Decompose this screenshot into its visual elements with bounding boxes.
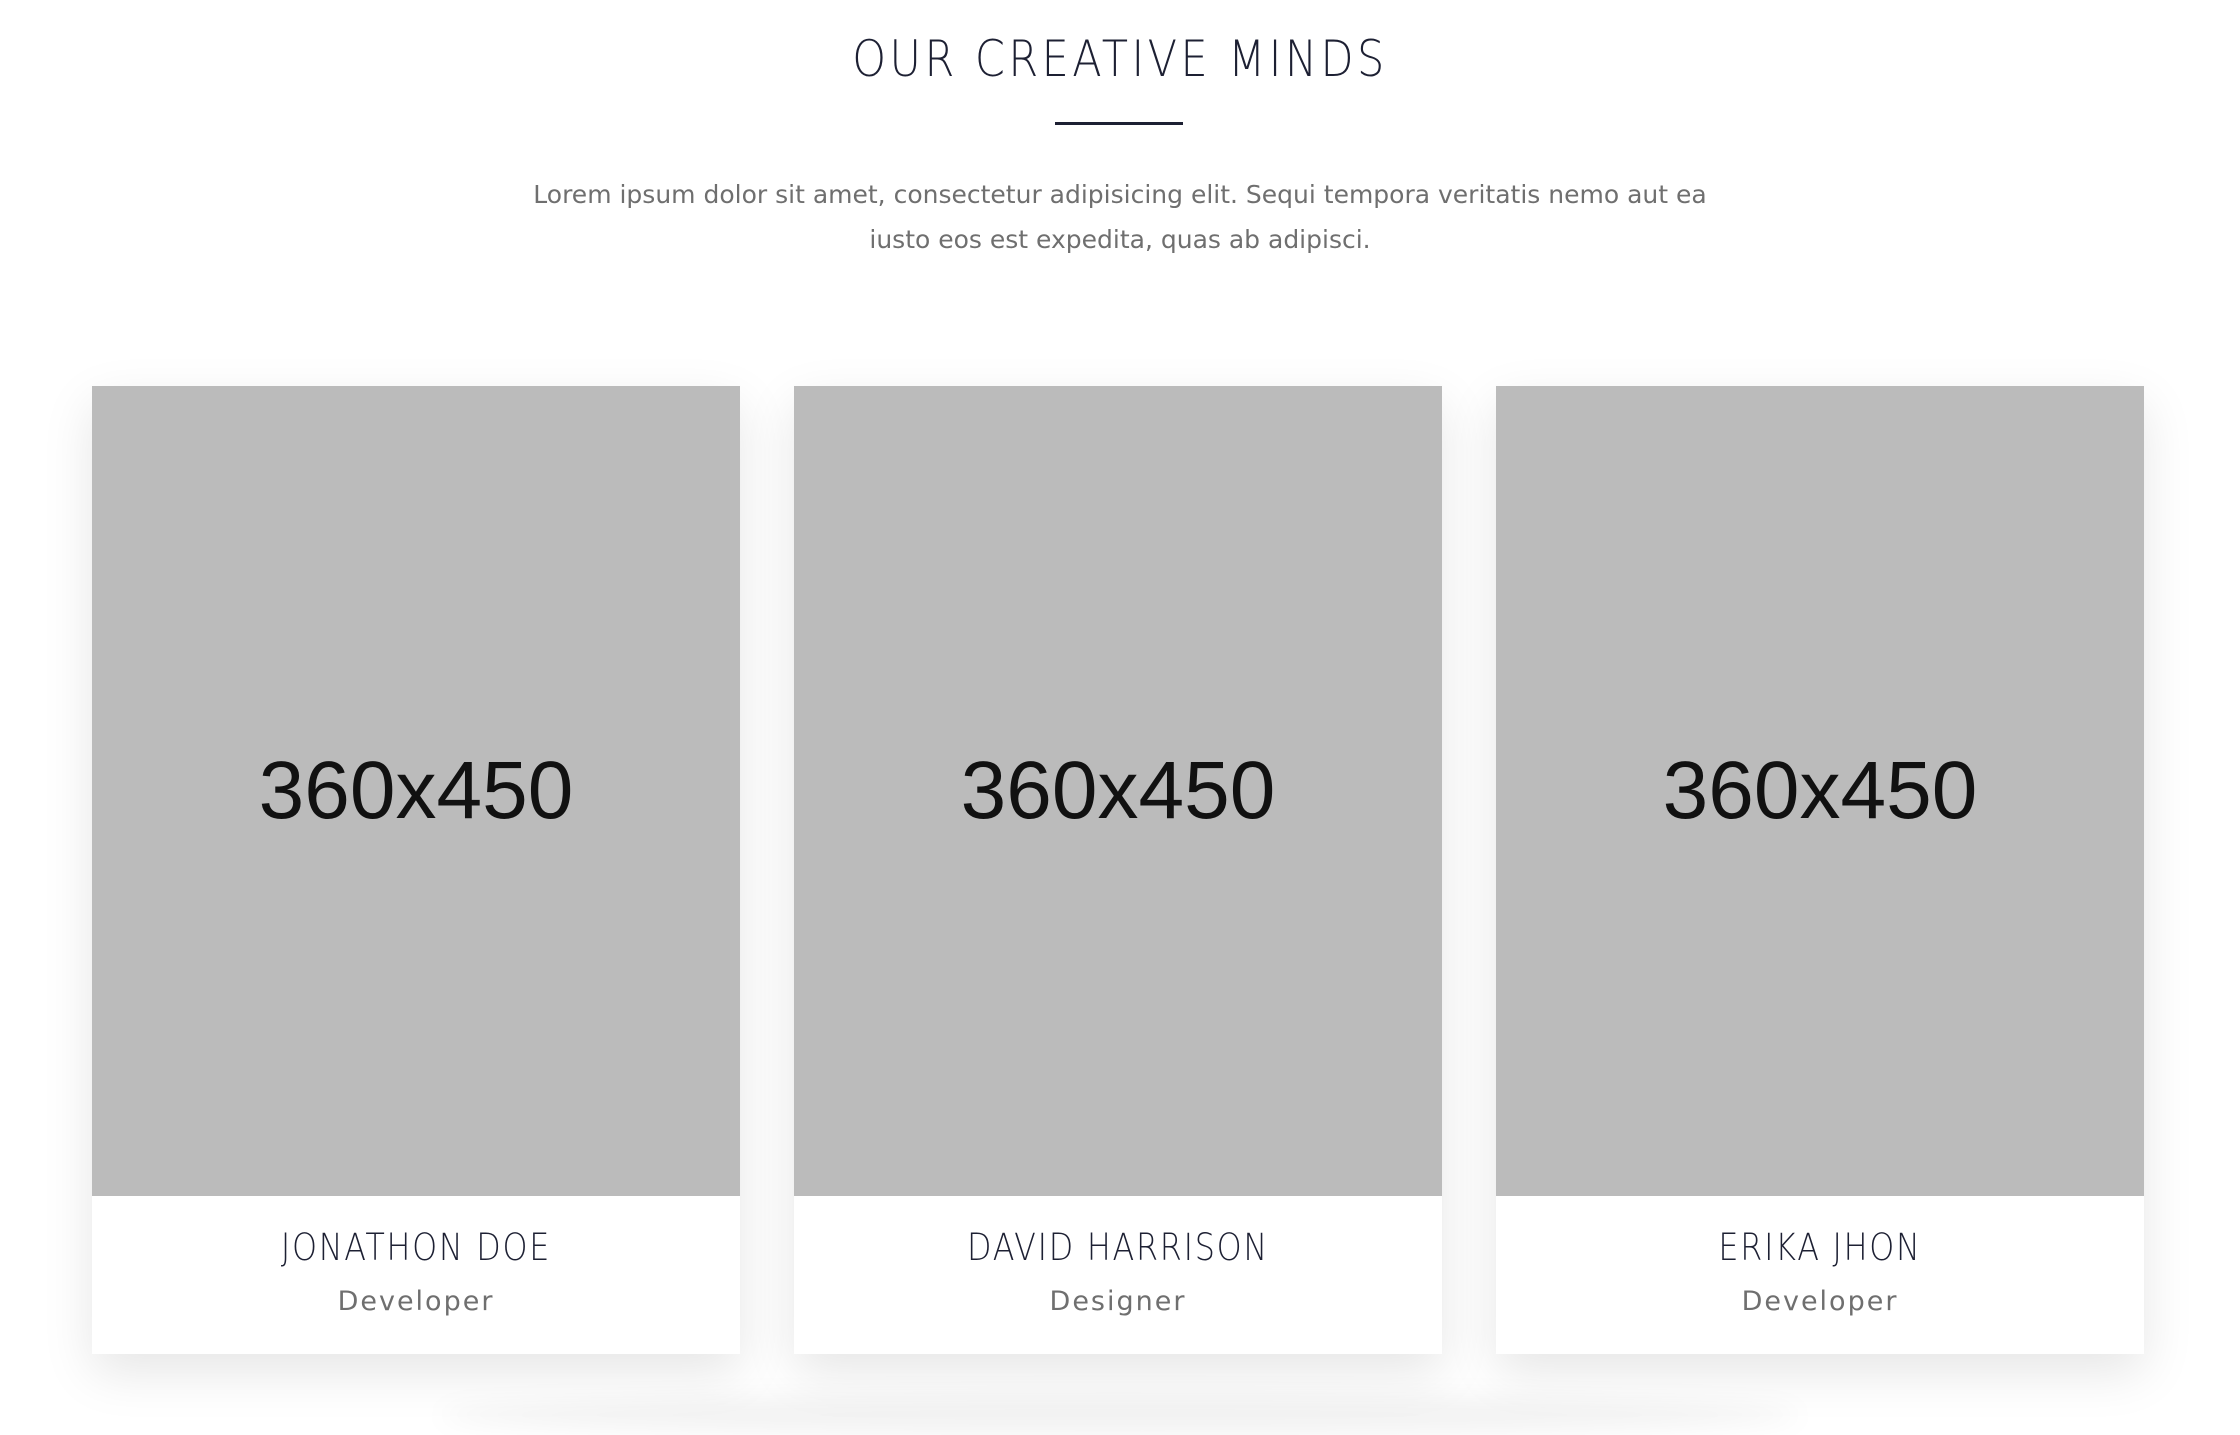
team-member-card[interactable]: 360x450 DAVID HARRISON Designer bbox=[794, 386, 1442, 1354]
member-name: ERIKA JHON bbox=[1718, 1226, 1922, 1269]
member-photo-placeholder: 360x450 bbox=[794, 386, 1442, 1196]
decorative-shadow bbox=[440, 1395, 1800, 1435]
member-role: Developer bbox=[1741, 1286, 1899, 1317]
section-description: Lorem ipsum dolor sit amet, consectetur … bbox=[533, 180, 1707, 254]
member-name: DAVID HARRISON bbox=[967, 1226, 1269, 1269]
photo-placeholder-label: 360x450 bbox=[1662, 745, 1978, 836]
team-member-card[interactable]: 360x450 JONATHON DOE Developer bbox=[92, 386, 740, 1354]
member-photo-placeholder: 360x450 bbox=[1496, 386, 2144, 1196]
section-title: OUR CREATIVE MINDS bbox=[852, 30, 1388, 88]
photo-placeholder-label: 360x450 bbox=[960, 745, 1276, 836]
team-member-card[interactable]: 360x450 ERIKA JHON Developer bbox=[1496, 386, 2144, 1354]
member-role: Developer bbox=[337, 1286, 495, 1317]
member-photo-placeholder: 360x450 bbox=[92, 386, 740, 1196]
member-role: Designer bbox=[1049, 1286, 1187, 1317]
photo-placeholder-label: 360x450 bbox=[258, 745, 574, 836]
title-divider bbox=[1055, 122, 1183, 125]
member-name: JONATHON DOE bbox=[280, 1226, 552, 1269]
